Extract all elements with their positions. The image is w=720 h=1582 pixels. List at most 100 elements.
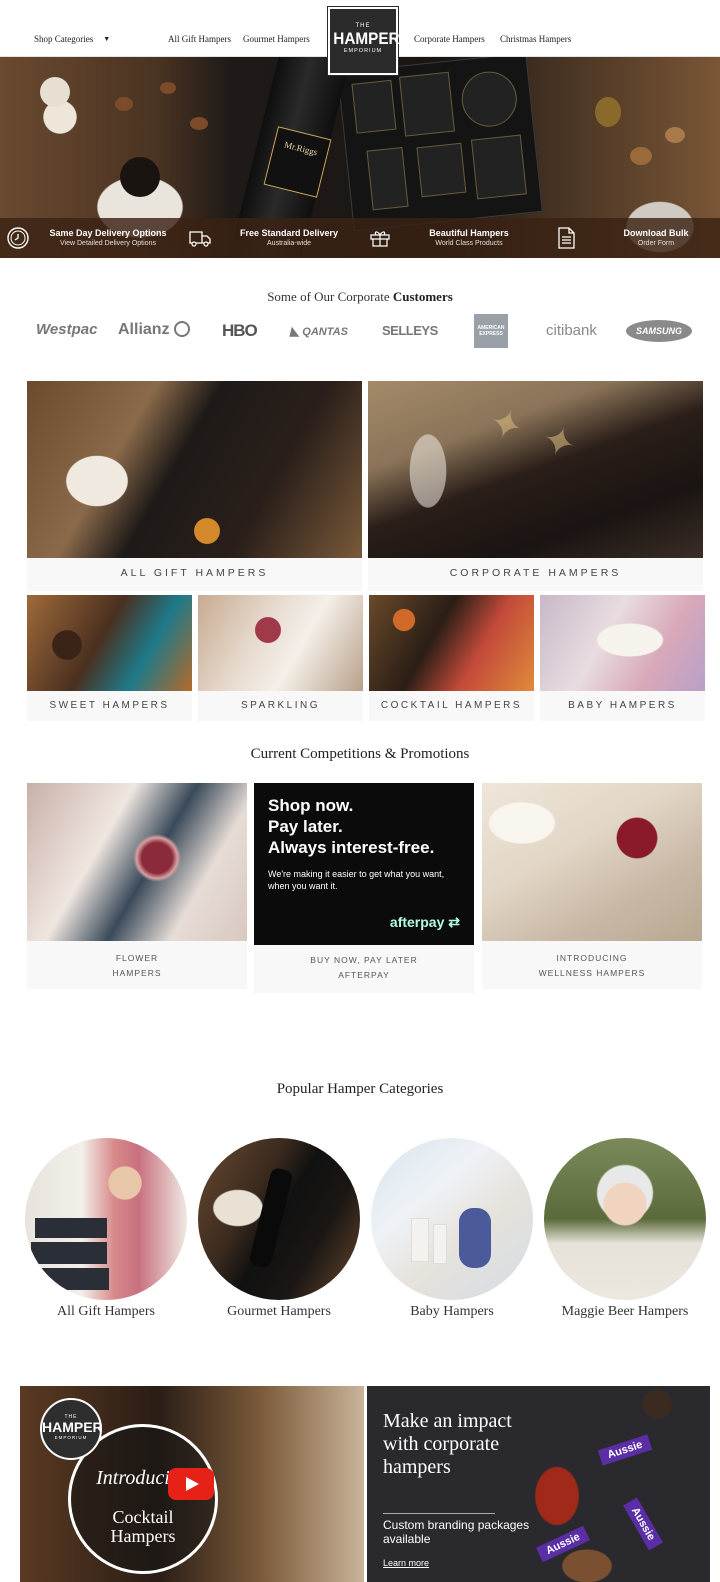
tile-corporate-hampers[interactable]: ✦ ✦ CORPORATE HAMPERS — [368, 381, 703, 591]
samsung-logo: SAMSUNG — [626, 320, 692, 342]
clock-icon — [7, 227, 29, 249]
popular-image-box — [31, 1242, 107, 1264]
tile-caption: SWEET HAMPERS — [49, 700, 170, 711]
promo-afterpay[interactable]: Shop now. Pay later. Always interest-fre… — [254, 783, 474, 993]
american-express-logo: AMERICAN EXPRESS — [474, 314, 508, 348]
popular-label: Gourmet Hampers — [227, 1304, 331, 1319]
nav-all-gift-hampers[interactable]: All Gift Hampers — [168, 34, 231, 44]
afterpay-headline-line: Always interest-free. — [268, 838, 435, 857]
afterpay-logo: afterpay ⇄ — [390, 914, 460, 931]
site-logo[interactable]: THE HAMPER EMPORIUM — [327, 6, 400, 76]
afterpay-banner: Shop now. Pay later. Always interest-fre… — [254, 783, 474, 945]
corporate-banner-headline: Make an impact with corporate hampers — [383, 1410, 512, 1478]
westpac-logo: Westpac — [36, 321, 98, 338]
customer-logos: Westpac Allianz HBO ◣ QANTAS SELLEYS AME… — [0, 313, 720, 349]
hbo-logo: HBO — [222, 321, 258, 340]
feature-subtitle: Order Form — [637, 240, 675, 247]
logo-line-emporium: EMPORIUM — [343, 48, 383, 54]
popular-label: Maggie Beer Hampers — [561, 1304, 689, 1319]
tile-box-lid-decoration: ✦ ✦ — [483, 398, 588, 471]
hero-food-item — [665, 127, 685, 143]
shop-categories-dropdown[interactable]: Shop Categories ▼ — [34, 34, 110, 44]
tile-sweet-hampers[interactable]: SWEET HAMPERS — [27, 595, 192, 721]
allianz-logo: Allianz — [118, 321, 191, 339]
video-logo-line: HAMPER — [42, 1419, 103, 1435]
hero-food-item — [190, 117, 208, 130]
customers-heading-bold: Customers — [392, 289, 453, 304]
promo-caption-line: BUY NOW, PAY LATER — [310, 955, 418, 965]
feature-title: Same Day Delivery Options — [49, 228, 167, 238]
corporate-banner-subtitle: Custom branding packages available — [383, 1518, 530, 1546]
hero-food-item — [595, 97, 621, 127]
kangaroo-icon: ◣ — [290, 324, 300, 338]
promo-flower-hampers[interactable]: FLOWER HAMPERS — [27, 783, 247, 989]
feature-title: Free Standard Delivery — [239, 228, 339, 238]
tile-caption: ALL GIFT HAMPERS — [120, 567, 269, 579]
popular-all-gift-hampers[interactable]: All Gift Hampers — [25, 1138, 187, 1320]
promo-caption-line: INTRODUCING — [556, 953, 628, 963]
video-brand-logo: THE HAMPER EMPORIUM — [40, 1398, 103, 1460]
popular-baby-hampers[interactable]: Baby Hampers — [371, 1138, 533, 1320]
video-banner-cocktail-hampers[interactable]: Introducing Cocktail Hampers THE HAMPER … — [20, 1386, 364, 1582]
tile-image — [369, 595, 534, 691]
youtube-play-icon[interactable] — [168, 1468, 214, 1500]
logo-line-hamper: HAMPER — [333, 29, 400, 48]
feature-subtitle: Australia-wide — [267, 240, 311, 247]
promo-wellness-hampers[interactable]: INTRODUCING WELLNESS HAMPERS — [482, 783, 702, 989]
truck-icon — [189, 231, 211, 247]
popular-gourmet-hampers[interactable]: Gourmet Hampers — [198, 1138, 360, 1320]
feature-beautiful-hampers[interactable]: Beautiful Hampers World Class Products — [360, 218, 540, 258]
feature-strip: Same Day Delivery Options View Detailed … — [0, 218, 720, 258]
feature-free-delivery[interactable]: Free Standard Delivery Australia-wide — [180, 218, 360, 258]
learn-more-link[interactable]: Learn more — [383, 1558, 429, 1568]
video-title-line: Cocktail — [112, 1507, 174, 1527]
document-icon — [558, 227, 575, 249]
nav-corporate-hampers[interactable]: Corporate Hampers — [414, 34, 485, 44]
popular-image — [371, 1138, 533, 1300]
feature-same-day-delivery[interactable]: Same Day Delivery Options View Detailed … — [0, 218, 180, 258]
hero-food-item — [120, 157, 160, 197]
popular-image-box — [35, 1218, 107, 1238]
promotions-heading: Current Competitions & Promotions — [250, 746, 470, 762]
tile-baby-hampers[interactable]: BABY HAMPERS — [540, 595, 705, 721]
tile-cocktail-hampers[interactable]: COCKTAIL HAMPERS — [369, 595, 534, 721]
popular-categories-heading: Popular Hamper Categories — [276, 1081, 444, 1097]
popular-image-bunny — [459, 1208, 491, 1268]
promo-caption-line: HAMPERS — [112, 968, 162, 978]
promo-caption-line: WELLNESS HAMPERS — [538, 968, 646, 978]
popular-image — [25, 1138, 187, 1300]
feature-subtitle: View Detailed Delivery Options — [60, 240, 156, 247]
afterpay-logo-text: afterpay — [389, 914, 445, 930]
popular-image — [198, 1138, 360, 1300]
popular-maggie-beer-hampers[interactable]: Maggie Beer Hampers — [544, 1138, 706, 1320]
tile-sparkling[interactable]: SPARKLING — [198, 595, 363, 721]
hero-food-item — [160, 82, 176, 94]
corporate-hampers-banner[interactable]: Aussie Aussie Aussie Make an impact with… — [367, 1386, 710, 1582]
hero-food-item — [40, 77, 70, 107]
tile-all-gift-hampers[interactable]: ALL GIFT HAMPERS — [27, 381, 362, 591]
video-logo-line: EMPORIUM — [54, 1435, 88, 1440]
afterpay-headline-line: Pay later. — [268, 817, 343, 836]
promo-image — [482, 783, 702, 941]
afterpay-arrows-icon: ⇄ — [448, 914, 460, 930]
nav-gourmet-hampers[interactable]: Gourmet Hampers — [243, 34, 310, 44]
qantas-logo-text: QANTAS — [302, 326, 348, 338]
customers-heading-plain: Some of Our Corporate — [267, 289, 390, 304]
feature-download-order-form[interactable]: Download Bulk Order Form — [540, 218, 720, 258]
afterpay-body: We're making it easier to get what you w… — [268, 869, 445, 891]
tile-caption: BABY HAMPERS — [568, 700, 677, 711]
customers-heading: Some of Our Corporate Customers — [0, 289, 720, 305]
tile-image — [198, 595, 363, 691]
selleys-logo: SELLEYS — [382, 323, 438, 338]
qantas-logo: ◣ QANTAS — [290, 324, 348, 338]
gift-box-icon — [370, 231, 390, 247]
tile-image — [27, 381, 362, 558]
promo-caption-line: FLOWER — [115, 953, 159, 963]
tile-image: ✦ ✦ — [368, 381, 703, 558]
video-title-line: Hampers — [110, 1526, 176, 1546]
popular-image-tube — [411, 1218, 429, 1262]
allianz-logo-text: Allianz — [118, 321, 170, 338]
popular-image — [544, 1138, 706, 1300]
tile-image — [27, 595, 192, 691]
nav-christmas-hampers[interactable]: Christmas Hampers — [500, 34, 571, 44]
